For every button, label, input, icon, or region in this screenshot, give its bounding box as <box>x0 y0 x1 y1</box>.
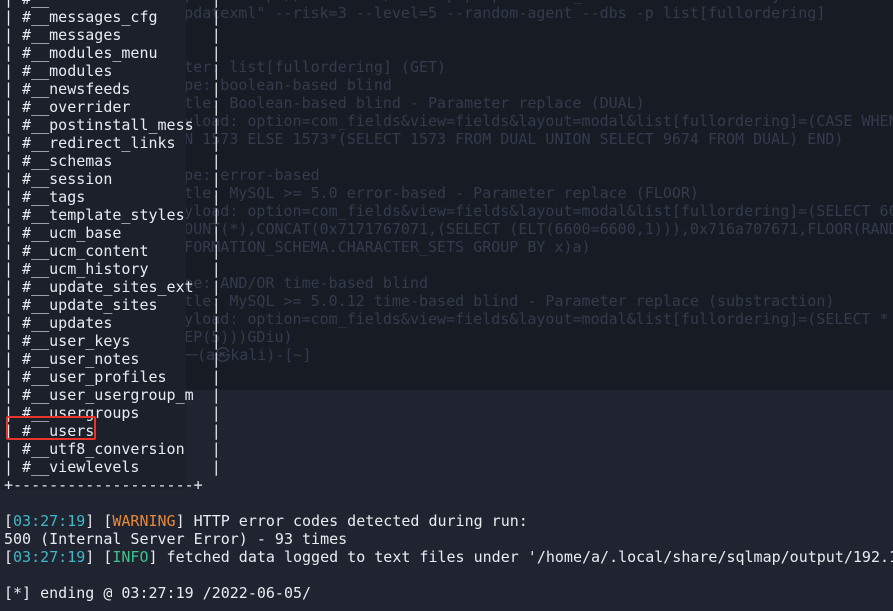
table-row: | #__user_notes | <box>4 350 221 368</box>
table-row: | #__user_profiles | <box>4 368 221 386</box>
log-warning-detail: 500 (Internal Server Error) - 93 times <box>4 530 348 548</box>
terminal-foreground-text: | #__ || #__messages_cfg || #__messages … <box>0 0 893 611</box>
table-footer-rule: +--------------------+ <box>4 476 203 494</box>
table-row: | #__postinstall_mess | <box>4 116 221 134</box>
table-row: | #__redirect_links | <box>4 134 221 152</box>
table-row: | #__ucm_base | <box>4 224 221 242</box>
table-row: | #__schemas | <box>4 152 221 170</box>
table-row: | #__tags | <box>4 188 221 206</box>
table-row: | #__modules | <box>4 62 221 80</box>
table-row: | #__template_styles | <box>4 206 221 224</box>
table-row: | #__update_sites_ext | <box>4 278 221 296</box>
table-row: | #__modules_menu | <box>4 44 221 62</box>
table-row: | #__ucm_content | <box>4 242 221 260</box>
table-row-highlighted: | #__users | <box>4 422 221 440</box>
table-row: | #__session | <box>4 170 221 188</box>
table-row: | #__messages_cfg | <box>4 8 221 26</box>
table-row: | #__utf8_conversion | <box>4 440 221 458</box>
table-row: | #__update_sites | <box>4 296 221 314</box>
table-row: | #__viewlevels | <box>4 458 221 476</box>
log-info-line: [03:27:19] [INFO] fetched data logged to… <box>4 548 893 566</box>
table-row: | #__user_usergroup_m | <box>4 386 221 404</box>
table-row: | #__messages | <box>4 26 221 44</box>
log-ending-line: [*] ending @ 03:27:19 /2022-06-05/ <box>4 584 312 602</box>
table-row-truncated: | #__ | <box>4 0 221 8</box>
table-row: | #__user_keys | <box>4 332 221 350</box>
table-row: | #__newsfeeds | <box>4 80 221 98</box>
log-warning-line: [03:27:19] [WARNING] HTTP error codes de… <box>4 512 528 530</box>
terminal-screen: sqlmap -u "http://localhost/index.php?op… <box>0 0 893 611</box>
table-row: | #__ucm_history | <box>4 260 221 278</box>
table-row: | #__updates | <box>4 314 221 332</box>
table-row: | #__usergroups | <box>4 404 221 422</box>
table-row: | #__overrider | <box>4 98 221 116</box>
